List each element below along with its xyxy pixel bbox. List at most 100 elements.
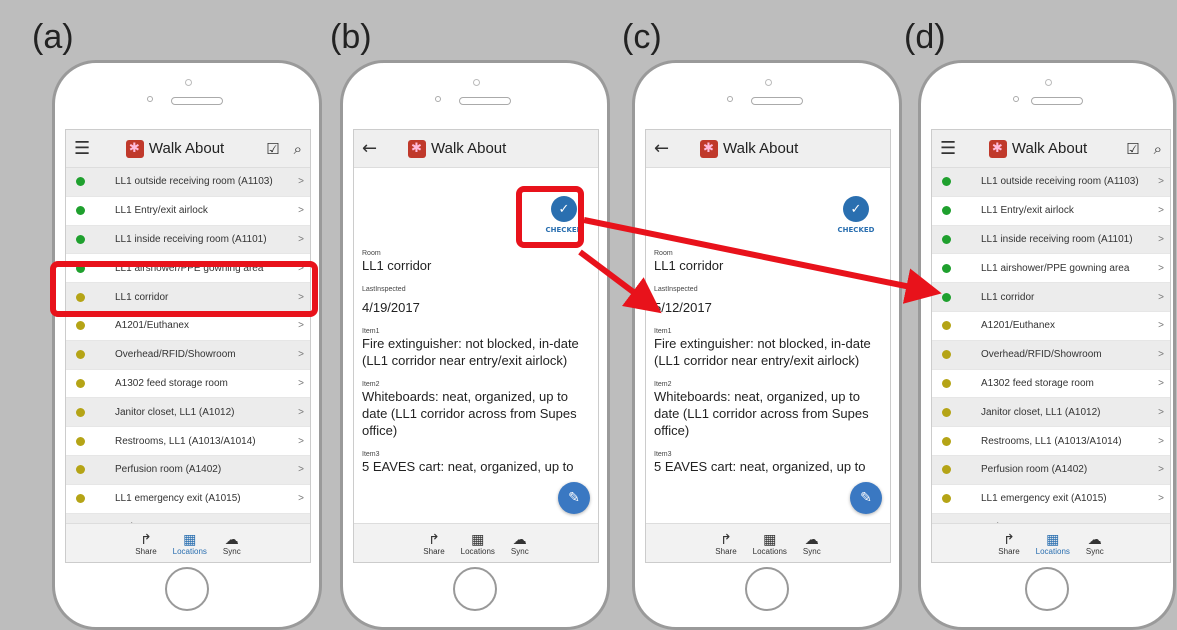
home-button[interactable] [453,567,497,611]
app-logo-icon [125,139,144,158]
chevron-right-icon: > [298,205,304,217]
edit-pencil-button[interactable]: ✎ [850,482,882,514]
list-item[interactable]: Janitor closet, LL1 (A1012) > [66,398,310,428]
checked-button[interactable]: ✓ CHECKED [830,196,882,246]
chevron-right-icon: > [1158,262,1164,274]
list-item[interactable]: LL1 inside receiving room (A1101) > [66,225,310,255]
phone-b: ← Walk About ✓ CHECKED Room LL1 corridor… [340,60,610,630]
list-item[interactable]: LL1 corridor > [932,283,1170,312]
speaker-dot [473,79,480,86]
list-item[interactable]: Restrooms, LL1 (A1013/A1014) > [66,427,310,456]
status-dot-icon [76,465,85,475]
tab-locations[interactable]: ▦ Locations [753,524,787,562]
checklist-icon[interactable]: ☑ [1126,140,1139,158]
list-item-label: Janitor closet, LL1 (A1012) [115,406,235,418]
menu-icon[interactable]: ☰ [940,138,964,159]
list-item-label: LL1 Entry/exit airlock [115,205,208,217]
room-value: LL1 corridor [362,258,432,273]
search-icon[interactable]: ⌕ [1154,140,1162,158]
tab-sync[interactable]: ☁ Sync [511,524,529,562]
item3-label: Item3 [654,451,672,458]
list-item[interactable]: Restrooms, LL1 (A1013/A1014) > [932,427,1170,456]
chevron-right-icon: > [298,320,304,332]
list-item[interactable]: A1302 feed storage room > [932,370,1170,399]
list-item[interactable]: LL1 Entry/exit airlock > [932,197,1170,226]
grid-icon: ▦ [183,530,197,547]
room-label: Room [654,250,673,257]
chevron-right-icon: > [298,377,304,389]
speaker [459,97,511,105]
list-item-label: A1201/Euthanex [981,320,1055,332]
tab-label: Share [998,546,1020,556]
speaker [171,97,223,105]
list-item[interactable]: LL1 outside receiving room (A1103) > [66,168,310,197]
checklist-icon[interactable]: ☑ [266,140,279,158]
tab-label: Locations [460,546,495,556]
status-dot-icon [76,378,85,388]
app-title: Walk About [98,139,252,158]
tab-label: Share [423,546,445,556]
share-icon: ↱ [140,530,152,547]
list-item[interactable]: LL1 inside receiving room (A1101) > [932,225,1170,255]
cloud-icon: ☁ [224,530,239,547]
list-item[interactable]: A1302 feed storage room > [66,370,310,399]
check-icon: ✓ [843,196,869,222]
list-item[interactable]: LL1 outside receiving room (A1103) > [932,168,1170,197]
tab-sync[interactable]: ☁ Sync [803,524,821,562]
status-dot-icon [942,378,951,388]
list-item[interactable]: Overhead/RFID/Showroom > [932,340,1170,370]
tab-share[interactable]: ↱ Share [135,524,156,562]
chevron-right-icon: > [1158,320,1164,332]
tab-label: Share [715,546,737,556]
app-title-text: Walk About [1011,140,1088,157]
home-button[interactable] [1025,567,1069,611]
search-icon[interactable]: ⌕ [294,140,302,158]
bottom-bar: ↱ Share ▦ Locations ☁ Sync [932,523,1170,562]
panel-letter-a: (a) [32,18,74,56]
list-item[interactable]: A1201/Euthanex > [932,312,1170,341]
grid-icon: ▦ [763,530,777,547]
status-dot-icon [942,321,951,331]
menu-icon[interactable]: ☰ [74,138,98,159]
status-dot-icon [942,436,951,446]
speaker [1031,97,1083,105]
chevron-right-icon: > [1158,233,1164,245]
tab-share[interactable]: ↱ Share [423,524,444,562]
share-icon: ↱ [1003,530,1015,547]
home-button[interactable] [745,567,789,611]
tab-locations[interactable]: ▦ Locations [173,524,207,562]
back-arrow-icon[interactable]: ← [654,138,678,159]
bottom-bar: ↱ Share ▦ Locations ☁ Sync [354,523,598,562]
tab-sync[interactable]: ☁ Sync [223,524,241,562]
edit-pencil-button[interactable]: ✎ [558,482,590,514]
chevron-right-icon: > [1158,435,1164,447]
tab-locations[interactable]: ▦ Locations [1036,524,1070,562]
list-item[interactable]: LL1 emergency exit (A1015) > [932,485,1170,514]
list-item[interactable]: LL1 airshower/PPE gowning area > [932,254,1170,284]
list-item[interactable]: Perfusion room (A1402) > [66,455,310,485]
cloud-icon: ☁ [804,530,819,547]
camera [1013,96,1019,102]
room-label: Room [362,250,381,257]
list-item[interactable]: Janitor closet, LL1 (A1012) > [932,398,1170,428]
tab-share[interactable]: ↱ Share [998,524,1019,562]
chevron-right-icon: > [298,233,304,245]
back-arrow-icon[interactable]: ← [362,138,386,159]
app-logo-icon [408,139,426,158]
list-item[interactable]: Perfusion room (A1402) > [932,455,1170,485]
tab-sync[interactable]: ☁ Sync [1086,524,1104,562]
list-item-label: A1302 feed storage room [981,377,1094,389]
list-item[interactable]: LL1 Entry/exit airlock > [66,197,310,226]
share-icon: ↱ [720,530,732,547]
chevron-right-icon: > [298,406,304,418]
tab-locations[interactable]: ▦ Locations [461,524,495,562]
tab-share[interactable]: ↱ Share [715,524,736,562]
status-dot-icon [942,494,951,504]
chevron-right-icon: > [298,464,304,476]
list-item[interactable]: Overhead/RFID/Showroom > [66,340,310,370]
list-item-label: Perfusion room (A1402) [115,464,222,476]
home-button[interactable] [165,567,209,611]
list-item-label: LL1 inside receiving room (A1101) [115,233,267,245]
list-item[interactable]: LL1 emergency exit (A1015) > [66,485,310,514]
status-dot-icon [942,263,951,273]
